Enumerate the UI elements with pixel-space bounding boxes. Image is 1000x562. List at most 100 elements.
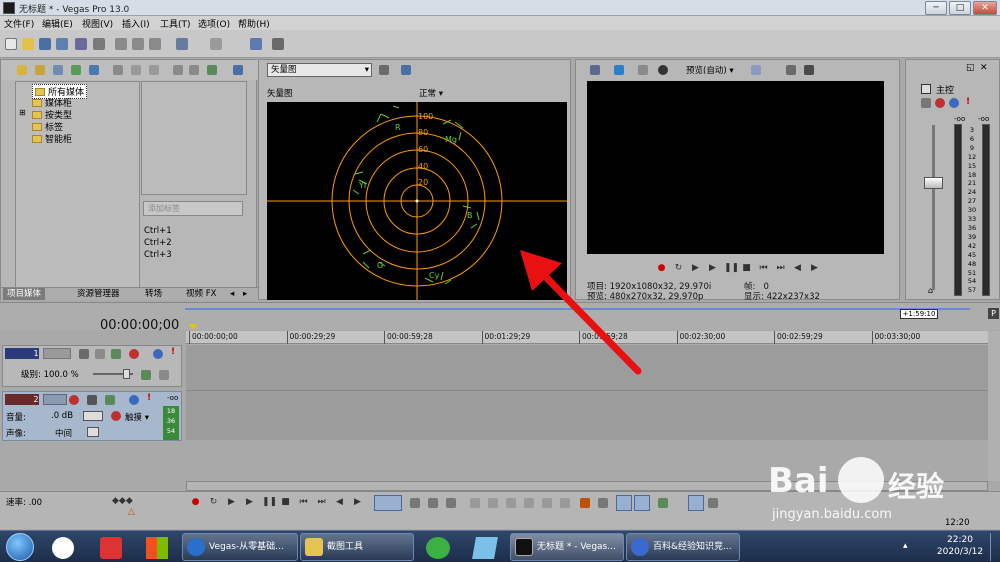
external-monitor-icon[interactable] [614,65,624,75]
selection-tool-icon[interactable] [428,498,438,508]
preview-fx-icon[interactable] [638,65,648,75]
cut-icon[interactable] [115,38,127,50]
composite-icon[interactable] [111,349,121,359]
lock-icon[interactable] [560,498,570,508]
master-solo-icon[interactable]: ! [966,97,970,107]
pan-slider[interactable] [87,427,99,437]
track-fx-icon[interactable] [95,349,105,359]
fx-icon[interactable] [131,65,141,75]
paste-icon[interactable] [149,38,161,50]
media-list[interactable] [141,81,247,195]
capture-icon[interactable] [35,65,45,75]
track-child-icon[interactable] [159,370,169,380]
close-button[interactable]: ✕ [973,1,997,15]
record-icon[interactable]: ● [656,263,667,273]
remove-icon[interactable] [113,65,123,75]
master-lock-icon[interactable]: ⌂ [928,286,933,295]
undo-icon[interactable] [176,38,188,50]
audio-fx-icon[interactable] [87,395,97,405]
marker-button[interactable]: P [988,308,999,319]
save-snapshot-icon[interactable] [804,65,814,75]
scope-mode-select[interactable]: 正常 ▾ [419,87,443,99]
master-restore-icon[interactable]: ◱ [966,63,975,73]
master-fx-icon[interactable] [921,98,931,108]
stop-icon[interactable]: ■ [741,263,752,273]
plugin-icon[interactable] [149,65,159,75]
copy-icon[interactable] [132,38,144,50]
task-vegas-pro[interactable]: 无标题 * - Vegas... [510,533,624,561]
play-icon[interactable]: ▶ [707,263,718,273]
video-track-header[interactable]: 1 ! 级别: 100.0 % [2,345,182,387]
shortcut-2[interactable]: Ctrl+2 [144,237,172,249]
master-fader-handle[interactable] [924,177,943,189]
video-level-handle[interactable] [123,369,130,379]
tab-explorer[interactable]: 资源管理器 [73,288,124,300]
rate-slider-handle[interactable]: ◆◆◆ [112,496,133,506]
menu-view[interactable]: 视图(V) [82,17,113,30]
play-from-start-icon[interactable]: ▶ [690,263,701,273]
menu-tools[interactable]: 工具(T) [160,17,191,30]
automation-mode[interactable]: 触摸 ▾ [125,411,149,423]
search-icon[interactable] [89,65,99,75]
tab-project-media[interactable]: 项目媒体 [3,288,46,300]
envelope-tool-icon[interactable] [410,498,420,508]
tab-scroll-left[interactable]: ◂ [226,288,238,300]
menu-edit[interactable]: 编辑(E) [42,17,73,30]
tray-arrow-icon[interactable]: ▴ [903,541,908,551]
menu-insert[interactable]: 插入(I) [122,17,150,30]
track-gear-icon[interactable] [129,349,139,359]
cursor-marker-icon[interactable] [189,324,197,330]
play-icon[interactable] [173,65,183,75]
go-to-start-icon[interactable]: ⏮ [298,497,309,507]
maximize-button[interactable]: □ [949,1,971,15]
shortcut-1[interactable]: Ctrl+1 [144,225,172,237]
paint-icon[interactable] [250,38,262,50]
pinned-app-1-icon[interactable] [52,537,74,559]
trim-icon[interactable] [488,498,498,508]
video-solo-icon[interactable]: ! [171,347,175,357]
menu-file[interactable]: 文件(F) [4,17,34,30]
prev-frame-icon[interactable]: ◀ [792,263,803,273]
show-desktop-button[interactable] [990,533,999,561]
region-icon[interactable] [598,498,608,508]
whats-this-icon[interactable] [272,38,284,50]
ignore-grouping-icon[interactable] [708,498,718,508]
ripple-edit-icon[interactable] [658,498,668,508]
loop-end-marker[interactable]: +1:59:10 [900,309,938,319]
expand-icon[interactable]: ⊞ [19,108,26,117]
tab-scroll-right[interactable]: ▸ [239,288,251,300]
shortcut-3[interactable]: Ctrl+3 [144,249,172,261]
volume-slider[interactable] [83,411,103,421]
save-as-icon[interactable] [56,38,68,50]
lock-envelopes-button[interactable] [688,495,704,511]
tab-video-fx[interactable]: 视频 FX [182,288,220,300]
pinned-app-3-icon[interactable] [472,537,498,559]
video-mute-icon[interactable] [153,349,163,359]
pause-icon[interactable]: ❚❚ [262,497,277,507]
open-icon[interactable] [22,38,34,50]
prev-frame-icon[interactable]: ◀ [334,497,345,507]
video-track-name[interactable] [43,348,71,359]
audio-routing-icon[interactable] [105,395,115,405]
play-icon[interactable]: ▶ [244,497,255,507]
task-baike[interactable]: 百科&经验知识竞... [626,533,740,561]
audio-track-header[interactable]: 2 ! -oo 音量: .0 dB 触摸 ▾ 声像: 中间 18 36 54 [2,391,182,441]
menu-help[interactable]: 帮助(H) [238,17,270,30]
delete-icon[interactable] [470,498,480,508]
rate-center-icon[interactable]: △ [128,507,135,517]
marker-icon[interactable] [580,498,590,508]
redo-icon[interactable] [210,38,222,50]
master-mute-icon[interactable] [949,98,959,108]
office-icon[interactable] [146,537,168,559]
add-tag-input[interactable]: 添加标签 [143,201,243,216]
audio-track-name[interactable] [43,394,67,405]
trim-start-icon[interactable] [506,498,516,508]
arm-record-icon[interactable] [69,395,79,405]
track-motion-icon[interactable] [79,349,89,359]
go-to-start-icon[interactable]: ⏮ [758,263,769,273]
split-screen-icon[interactable] [658,65,668,75]
audio-solo-icon[interactable]: ! [147,393,151,403]
gear-icon[interactable] [111,411,121,421]
loop-icon[interactable]: ↻ [673,263,684,273]
master-close-icon[interactable]: ✕ [980,63,988,73]
